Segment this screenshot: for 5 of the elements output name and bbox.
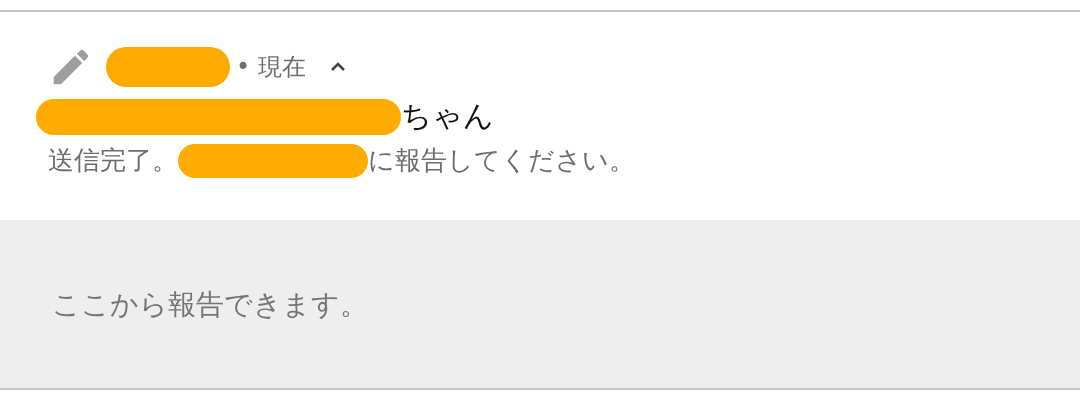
notification-text: に報告してください。 — [368, 144, 635, 177]
notification-text: • 現在 — [236, 52, 306, 83]
notification-text: ちゃん — [401, 97, 494, 135]
notification-text: 送信完了。 — [48, 144, 178, 177]
reply-field[interactable]: ここから報告できます。 — [50, 286, 754, 322]
